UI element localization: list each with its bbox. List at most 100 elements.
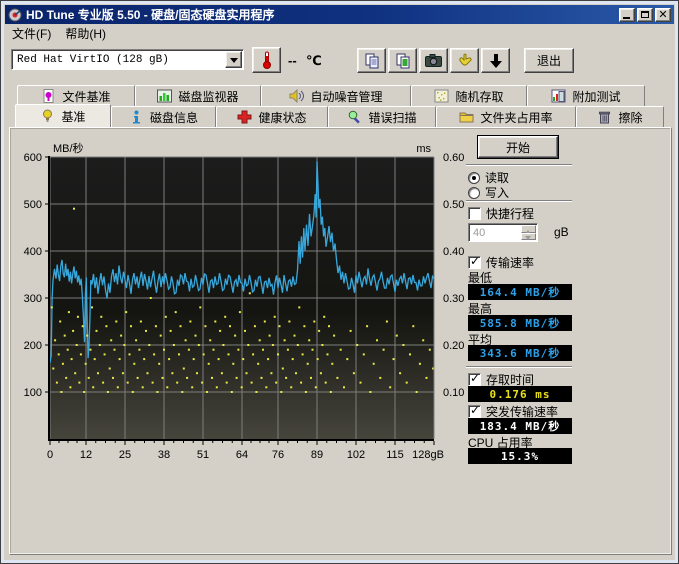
tab-random-access[interactable]: 随机存取 xyxy=(411,85,527,106)
camera-icon xyxy=(425,54,442,67)
burst-rate-checkbox[interactable] xyxy=(468,405,481,418)
transfer-rate-label: 传输速率 xyxy=(486,254,534,271)
tab-label: 错误扫描 xyxy=(368,109,416,126)
exit-button[interactable]: 退出 xyxy=(524,48,574,73)
svg-text:0.20: 0.20 xyxy=(443,340,464,352)
svg-text:51: 51 xyxy=(197,449,209,461)
health-icon xyxy=(237,110,252,124)
tab-label: 随机存取 xyxy=(455,88,503,105)
submit-button[interactable] xyxy=(450,48,479,73)
spin-up-icon[interactable] xyxy=(521,225,536,233)
svg-text:0.30: 0.30 xyxy=(443,293,464,305)
menu-file[interactable]: 文件(F) xyxy=(5,23,58,44)
menu-bar: 文件(F) 帮助(H) xyxy=(5,24,674,43)
maximize-button[interactable] xyxy=(637,8,653,22)
min-value-display: 164.4 MB/秒 xyxy=(468,284,572,300)
file-benchmark-icon xyxy=(41,89,56,103)
tab-label: 基准 xyxy=(61,108,85,125)
close-icon: ✕ xyxy=(656,8,670,21)
menu-help[interactable]: 帮助(H) xyxy=(58,23,113,44)
tab-row-primary: 基准 磁盘信息 健康状态 错误扫描 文件夹占用率 擦除 xyxy=(15,106,664,127)
aam-icon xyxy=(289,89,304,103)
error-scan-icon xyxy=(347,110,362,124)
svg-text:0: 0 xyxy=(47,449,53,461)
disk-info-icon xyxy=(129,110,144,124)
copy-image-icon xyxy=(395,53,411,69)
write-option[interactable]: 写入 xyxy=(468,184,509,201)
tab-folder-usage[interactable]: 文件夹占用率 xyxy=(436,106,576,127)
chevron-down-icon[interactable] xyxy=(225,51,242,68)
app-window: HD Tune 专业版 5.50 - 硬盘/固态硬盘实用程序 ✕ 文件(F) 帮… xyxy=(0,0,679,564)
svg-text:12: 12 xyxy=(80,449,92,461)
separator xyxy=(466,200,572,202)
svg-text:0.40: 0.40 xyxy=(443,246,464,258)
save-button[interactable] xyxy=(481,48,510,73)
tab-label: 文件夹占用率 xyxy=(480,109,552,126)
tab-extra-tests[interactable]: 附加测试 xyxy=(527,85,645,106)
svg-text:200: 200 xyxy=(24,340,42,352)
short-stroke-input[interactable]: 40 xyxy=(468,223,538,242)
temperature-button[interactable] xyxy=(252,47,281,73)
separator xyxy=(466,366,572,368)
disk-monitor-icon xyxy=(157,89,172,103)
read-radio[interactable] xyxy=(468,172,480,184)
tab-health[interactable]: 健康状态 xyxy=(216,106,328,127)
copy-image-button[interactable] xyxy=(388,48,417,73)
svg-text:25: 25 xyxy=(119,449,131,461)
drive-select-value: Red Hat VirtIO (128 gB) xyxy=(12,54,225,66)
app-icon xyxy=(8,8,22,22)
benchmark-chart: 6005004003002001000.600.500.400.300.200.… xyxy=(22,141,474,471)
tab-error-scan[interactable]: 错误扫描 xyxy=(328,106,436,127)
tab-disk-monitor[interactable]: 磁盘监视器 xyxy=(135,85,261,106)
svg-text:400: 400 xyxy=(24,246,42,258)
access-time-checkbox[interactable] xyxy=(468,373,481,386)
write-radio[interactable] xyxy=(468,187,480,199)
svg-text:0.60: 0.60 xyxy=(443,152,464,164)
maximize-icon xyxy=(641,11,649,18)
screenshot-button[interactable] xyxy=(419,48,448,73)
tab-label: 磁盘监视器 xyxy=(178,88,238,105)
copy-icon xyxy=(364,53,380,69)
svg-text:MB/秒: MB/秒 xyxy=(53,141,84,155)
svg-text:76: 76 xyxy=(272,449,284,461)
svg-text:102: 102 xyxy=(347,449,365,461)
tab-aam[interactable]: 自动噪音管理 xyxy=(261,85,411,106)
tab-label: 自动噪音管理 xyxy=(310,88,382,105)
svg-text:89: 89 xyxy=(311,449,323,461)
minimize-icon xyxy=(623,17,630,19)
short-stroke-unit: gB xyxy=(554,225,569,239)
tab-label: 健康状态 xyxy=(258,109,306,126)
tab-disk-info[interactable]: 磁盘信息 xyxy=(111,106,216,127)
temperature-unit: ℃ xyxy=(306,53,322,69)
svg-text:500: 500 xyxy=(24,199,42,211)
minimize-button[interactable] xyxy=(619,8,635,22)
tab-file-benchmark[interactable]: 文件基准 xyxy=(17,85,135,106)
write-label: 写入 xyxy=(485,184,509,201)
thermometer-icon xyxy=(261,51,273,69)
short-stroke-option[interactable]: 快捷行程 xyxy=(468,205,534,222)
cpu-usage-display: 15.3% xyxy=(468,448,572,464)
spinner[interactable] xyxy=(521,225,536,240)
svg-text:ms: ms xyxy=(416,143,431,155)
svg-text:38: 38 xyxy=(158,449,170,461)
temperature-value: -- xyxy=(288,53,297,68)
tab-label: 附加测试 xyxy=(572,88,620,105)
down-arrow-icon xyxy=(489,53,503,69)
svg-text:600: 600 xyxy=(24,152,42,164)
svg-text:115: 115 xyxy=(386,449,404,461)
short-stroke-checkbox[interactable] xyxy=(468,207,481,220)
tab-erase[interactable]: 擦除 xyxy=(576,106,664,127)
max-value-display: 585.8 MB/秒 xyxy=(468,315,572,331)
short-stroke-value: 40 xyxy=(469,227,521,239)
separator xyxy=(466,164,572,166)
drive-select[interactable]: Red Hat VirtIO (128 gB) xyxy=(11,49,244,70)
spin-down-icon[interactable] xyxy=(521,233,536,241)
svg-text:300: 300 xyxy=(24,293,42,305)
tab-row-secondary: 文件基准 磁盘监视器 自动噪音管理 随机存取 附加测试 xyxy=(17,85,645,106)
copy-text-button[interactable] xyxy=(357,48,386,73)
start-button-label: 开始 xyxy=(506,139,530,156)
tab-benchmark[interactable]: 基准 xyxy=(15,104,111,127)
close-button[interactable]: ✕ xyxy=(655,8,671,22)
transfer-rate-checkbox[interactable] xyxy=(468,256,481,269)
start-button[interactable]: 开始 xyxy=(478,136,558,158)
